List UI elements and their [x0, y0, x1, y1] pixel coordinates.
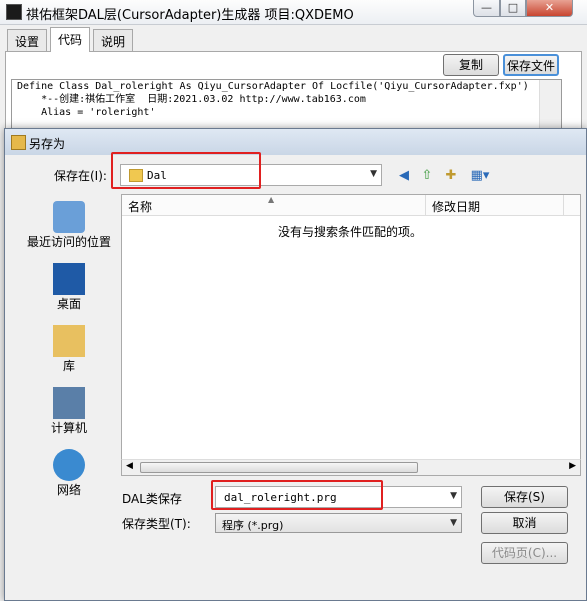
network-icon — [53, 449, 85, 481]
place-label: 计算机 — [50, 421, 87, 435]
cancel-button[interactable]: 取消 — [481, 512, 568, 534]
column-name[interactable]: 名称 — [128, 198, 152, 215]
up-folder-icon[interactable]: ⇧ — [418, 167, 436, 185]
column-divider — [425, 195, 426, 215]
new-folder-icon[interactable]: ✚ — [442, 167, 460, 185]
place-recent[interactable]: 最近访问的位置 — [19, 201, 119, 250]
scroll-left-icon[interactable]: ◀ — [126, 461, 133, 471]
filename-highlight — [211, 480, 383, 510]
code-editor[interactable]: Define Class Dal_roleright As Qiyu_Curso… — [11, 79, 562, 131]
column-modified[interactable]: 修改日期 — [432, 198, 480, 215]
chevron-down-icon: ▼ — [450, 518, 457, 528]
maximize-button[interactable]: □ — [500, 0, 526, 17]
sort-caret-icon: ▲ — [268, 195, 275, 204]
folder-icon — [11, 135, 26, 150]
filename-label: DAL类保存 — [122, 492, 182, 506]
filetype-select[interactable]: 程序 (*.prg) ▼ — [215, 513, 462, 533]
place-label: 最近访问的位置 — [26, 235, 111, 249]
close-button[interactable]: ✕ — [526, 0, 573, 17]
copy-button[interactable]: 复制 — [443, 54, 499, 76]
file-list-header: ▲ 名称 修改日期 — [122, 195, 580, 216]
recent-places-icon — [53, 201, 85, 233]
scroll-thumb[interactable] — [140, 462, 418, 473]
location-highlight — [111, 152, 261, 189]
place-label: 网络 — [56, 483, 81, 497]
place-network[interactable]: 网络 — [19, 449, 119, 498]
place-computer[interactable]: 计算机 — [19, 387, 119, 436]
back-icon[interactable]: ◀ — [395, 167, 413, 185]
file-list[interactable]: ▲ 名称 修改日期 没有与搜索条件匹配的项。 — [121, 194, 581, 474]
view-menu-icon[interactable]: ▦▾ — [466, 167, 494, 185]
filetype-value: 程序 (*.prg) — [222, 519, 284, 532]
save-in-label: 保存在(I): — [54, 169, 107, 183]
desktop-icon — [53, 263, 85, 295]
column-divider — [563, 195, 564, 215]
chevron-down-icon[interactable]: ▼ — [450, 491, 457, 501]
app-icon — [6, 4, 22, 20]
place-library[interactable]: 库 — [19, 325, 119, 374]
horizontal-scrollbar[interactable]: ◀ ▶ — [121, 459, 581, 476]
tab-help[interactable]: 说明 — [93, 29, 134, 51]
code-line: Define Class Dal_roleright As Qiyu_Curso… — [17, 81, 529, 92]
tab-code[interactable]: 代码 — [50, 27, 91, 52]
code-scrollbar[interactable] — [539, 80, 561, 130]
codepage-button[interactable]: 代码页(C)... — [481, 542, 568, 564]
code-line: *--创建:祺佑工作室 日期:2021.03.02 http://www.tab… — [17, 94, 366, 105]
minimize-button[interactable]: — — [473, 0, 500, 17]
place-label: 库 — [62, 359, 75, 373]
library-icon — [53, 325, 85, 357]
scroll-right-icon[interactable]: ▶ — [569, 461, 576, 471]
main-window-title: 祺佑框架DAL层(CursorAdapter)生成器 项目:QXDEMO — [26, 8, 354, 23]
tab-settings[interactable]: 设置 — [7, 29, 48, 51]
dialog-title: 另存为 — [29, 137, 66, 151]
chevron-down-icon: ▼ — [370, 169, 377, 179]
filetype-label: 保存类型(T): — [122, 517, 191, 531]
computer-icon — [53, 387, 85, 419]
save-file-button[interactable]: 保存文件 — [503, 54, 559, 76]
empty-message: 没有与搜索条件匹配的项。 — [278, 225, 423, 239]
save-as-dialog: 另存为 保存在(I): Dal ▼ ◀ ⇧ ✚ ▦▾ 最近访问的位置 桌面 库 … — [4, 128, 587, 601]
place-label: 桌面 — [56, 297, 81, 311]
dialog-title-bar[interactable]: 另存为 — [5, 129, 586, 155]
places-bar: 最近访问的位置 桌面 库 计算机 网络 — [19, 191, 119, 521]
code-line: Alias = 'roleright' — [17, 107, 156, 118]
save-button[interactable]: 保存(S) — [481, 486, 568, 508]
place-desktop[interactable]: 桌面 — [19, 263, 119, 312]
